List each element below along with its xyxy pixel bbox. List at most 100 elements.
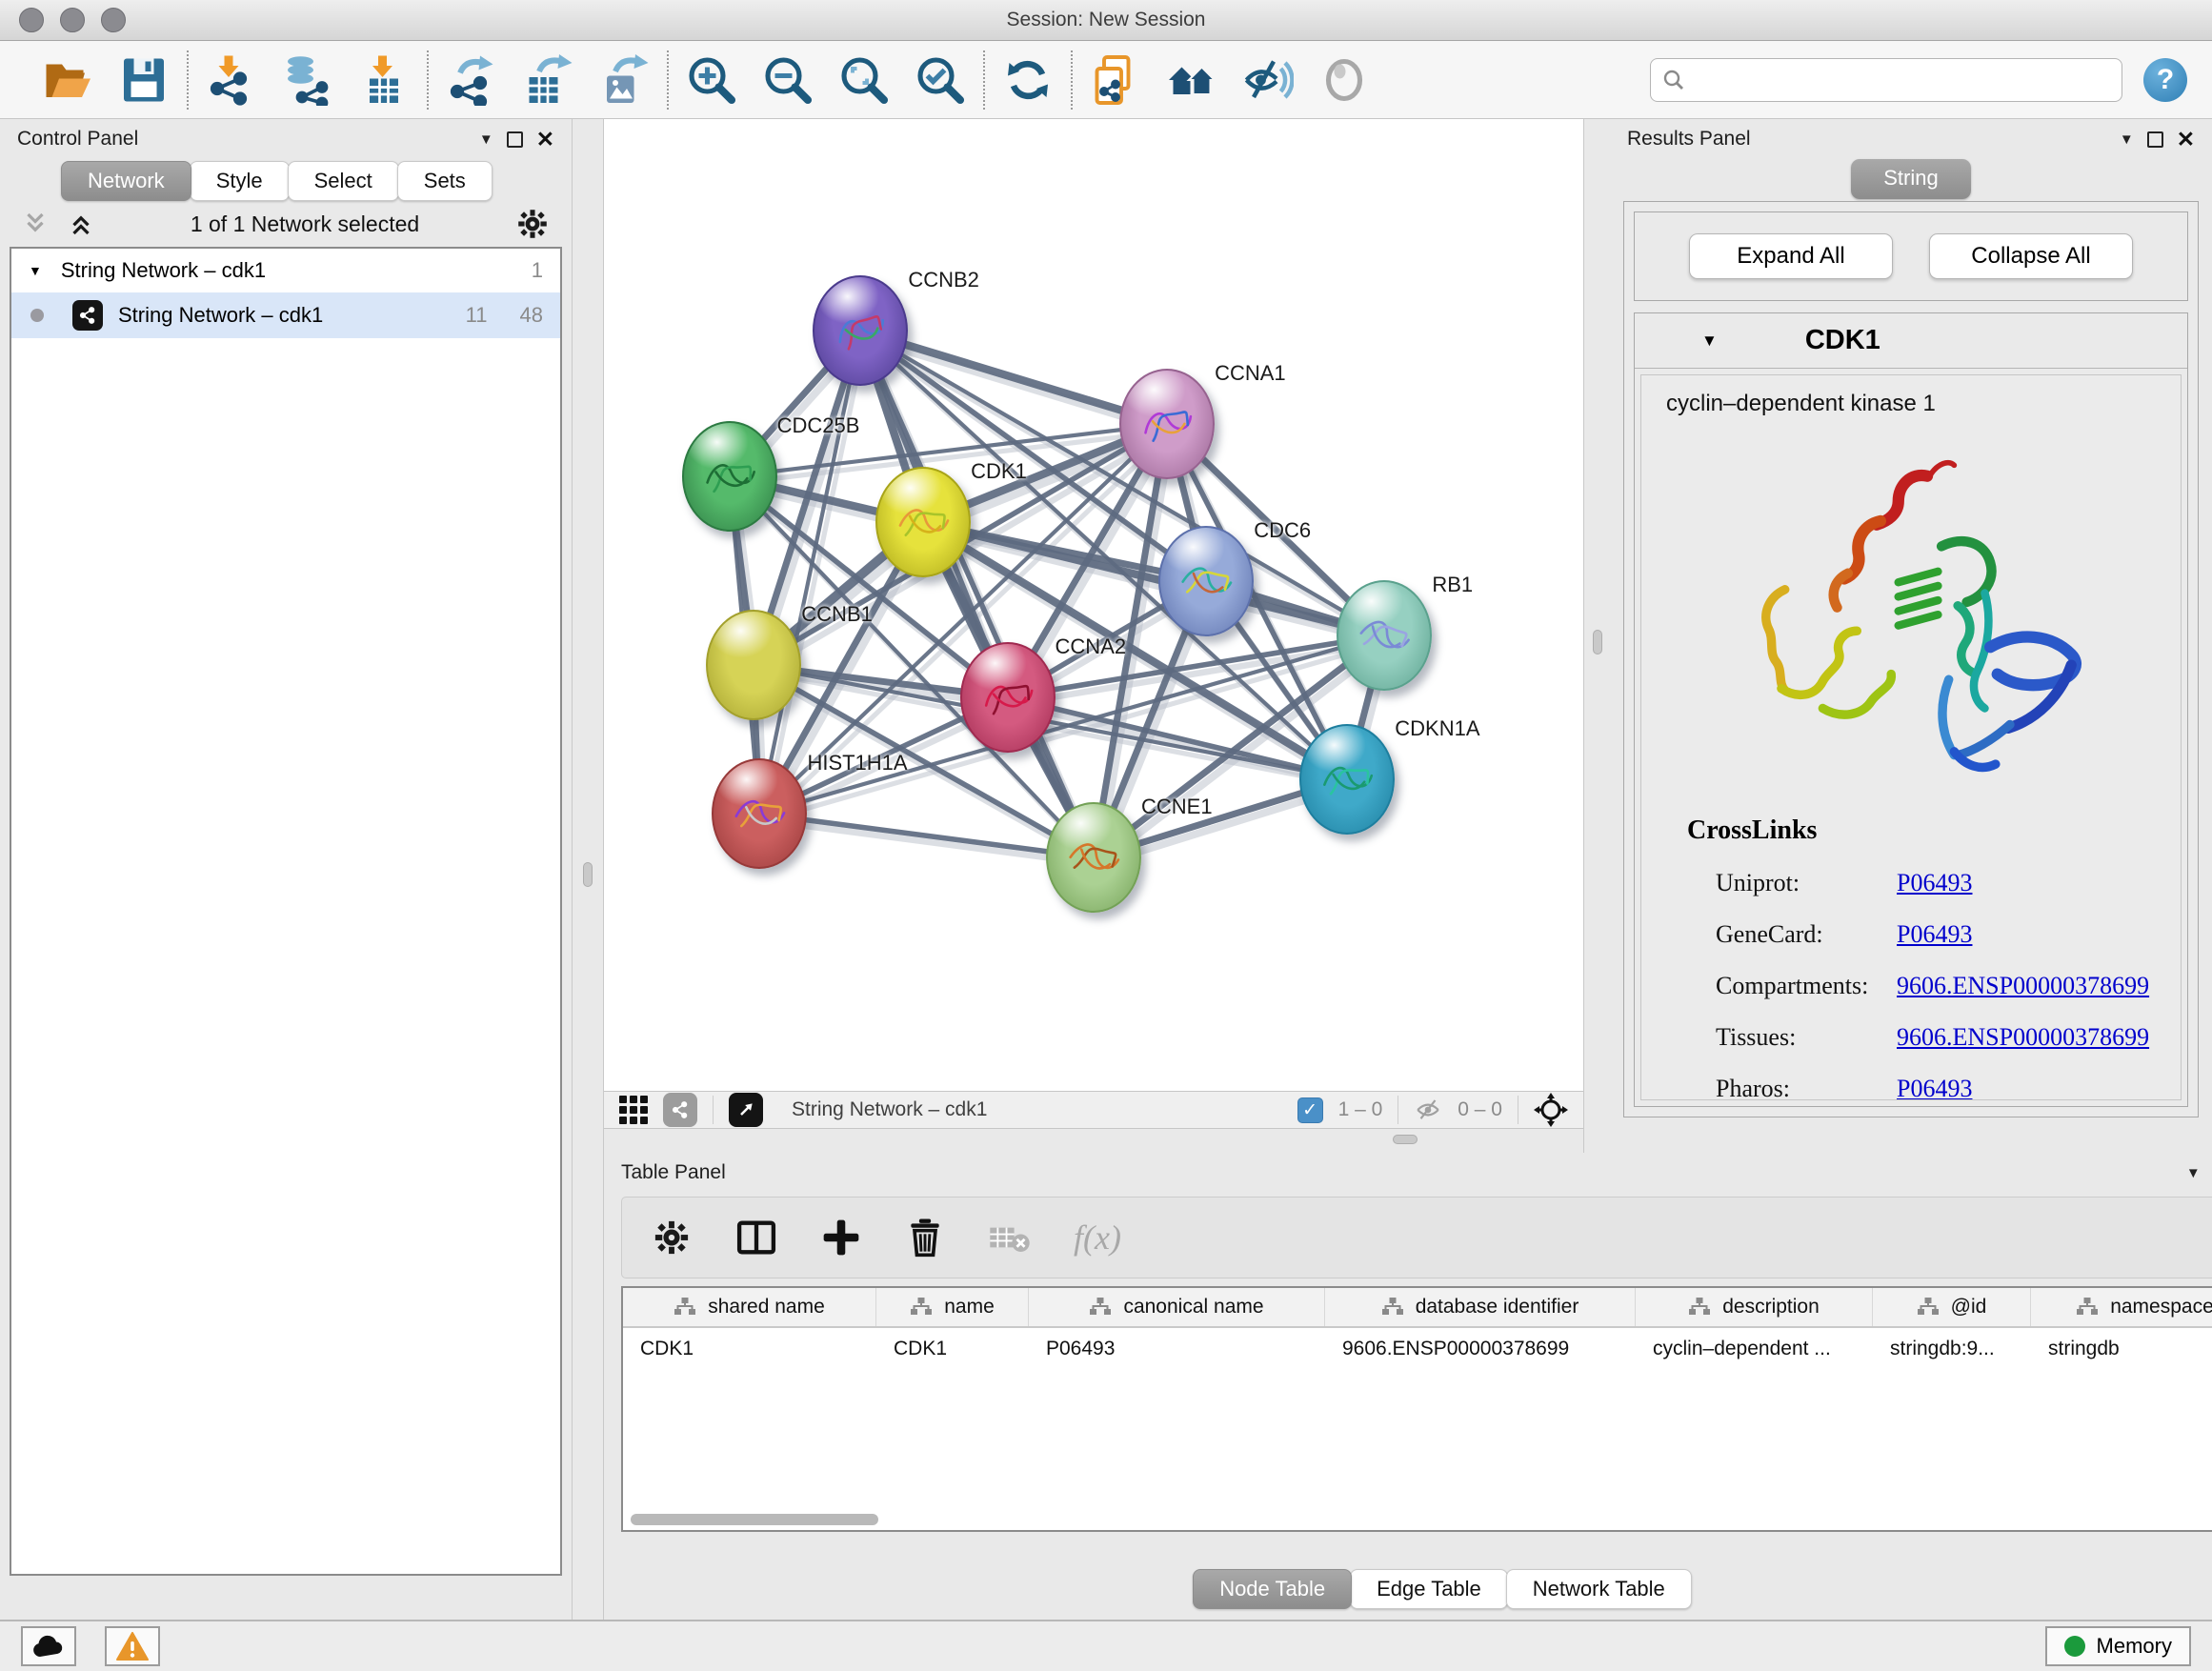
birds-eye-target-icon[interactable] [1534,1093,1568,1127]
delete-column-icon[interactable] [904,1217,946,1258]
network-node-HIST1H1A[interactable] [712,758,807,869]
collapse-panel-icon[interactable]: ▼ [479,131,493,148]
network-collection-row[interactable]: ▼ String Network – cdk1 1 [11,249,560,292]
left-splitter[interactable] [572,119,604,1620]
table-cell[interactable]: 9606.ENSP00000378699 [1325,1328,1636,1372]
close-window-button[interactable] [19,8,44,32]
show-panels-eye-icon[interactable] [1318,54,1370,106]
network-node-CCNB1[interactable] [706,610,801,720]
tab-select[interactable]: Select [288,161,399,201]
network-node-CCNA2[interactable] [960,642,1056,753]
crosslink-link[interactable]: P06493 [1897,869,1972,897]
selected-checkbox[interactable]: ✓ [1297,1097,1323,1123]
column-header[interactable]: namespace [2031,1288,2212,1326]
collection-caret-icon[interactable]: ▼ [29,263,42,278]
column-header[interactable]: @id [1873,1288,2031,1326]
import-network-database-icon[interactable] [282,54,333,106]
minimize-window-button[interactable] [60,8,85,32]
table-cell[interactable]: P06493 [1029,1328,1325,1372]
network-node-RB1[interactable] [1337,580,1432,691]
search-input[interactable] [1693,69,2110,91]
network-node-CDC25B[interactable] [682,421,777,532]
help-button[interactable]: ? [2143,58,2187,102]
export-image-icon[interactable] [598,54,650,106]
column-header[interactable]: description [1636,1288,1873,1326]
gear-icon[interactable] [514,206,551,242]
collapse-panel-icon[interactable]: ▼ [2186,1165,2201,1181]
zoom-group [669,54,983,106]
grid-view-icon[interactable] [619,1096,648,1124]
protein-section-header[interactable]: ▼ CDK1 [1635,313,2187,369]
network-node-CDK1[interactable] [875,467,971,577]
show-columns-icon[interactable] [734,1216,778,1259]
import-network-file-icon[interactable] [206,54,257,106]
section-caret-icon[interactable]: ▼ [1701,332,1718,351]
expand-all-button[interactable]: Expand All [1689,233,1893,279]
splitter-handle[interactable] [583,862,593,887]
tab-network-table[interactable]: Network Table [1506,1569,1692,1609]
splitter-handle[interactable] [1393,1135,1418,1144]
network-thumbnail-icon[interactable] [663,1093,697,1127]
collapse-all-icon[interactable] [21,210,50,238]
network-row-selected[interactable]: String Network – cdk1 11 48 [11,292,560,338]
zoom-selected-icon[interactable] [915,54,966,106]
warning-button[interactable] [105,1626,160,1666]
crosslink-link[interactable]: 9606.ENSP00000378699 [1897,972,2149,1000]
open-session-icon[interactable] [42,54,93,106]
network-node-CCNA1[interactable] [1119,369,1215,479]
tab-sets[interactable]: Sets [397,161,493,201]
float-panel-icon[interactable] [2147,131,2163,148]
tab-node-table[interactable]: Node Table [1193,1569,1352,1609]
tab-edge-table[interactable]: Edge Table [1350,1569,1508,1609]
hide-panels-eye-icon[interactable] [1242,54,1294,106]
float-panel-icon[interactable] [507,131,523,148]
crosslink-link[interactable]: P06493 [1897,920,1972,949]
collapse-panel-icon[interactable]: ▼ [2120,131,2134,148]
table-cell[interactable]: CDK1 [876,1328,1029,1372]
memory-button[interactable]: Memory [2045,1626,2191,1666]
table-cell[interactable]: CDK1 [623,1328,876,1372]
save-session-icon[interactable] [118,54,170,106]
tab-string[interactable]: String [1851,159,1970,199]
crosslink-link[interactable]: P06493 [1897,1075,1972,1100]
horizontal-scrollbar-thumb[interactable] [631,1514,878,1525]
right-splitter[interactable] [1583,119,1610,1153]
zoom-fit-icon[interactable] [838,54,890,106]
export-network-icon[interactable] [446,54,497,106]
column-header[interactable]: canonical name [1029,1288,1325,1326]
maximize-window-button[interactable] [101,8,126,32]
search-box[interactable] [1650,58,2122,102]
expand-all-icon[interactable] [67,210,95,238]
refresh-icon[interactable] [1002,54,1054,106]
export-table-icon[interactable] [522,54,573,106]
home-icon[interactable] [1166,54,1217,106]
import-table-icon[interactable] [358,54,410,106]
add-column-icon[interactable] [820,1217,862,1258]
column-header[interactable]: name [876,1288,1029,1326]
table-settings-gear-icon[interactable] [651,1217,693,1258]
cloud-button[interactable] [21,1626,76,1666]
network-node-CCNB2[interactable] [813,275,908,386]
horizontal-splitter[interactable] [604,1129,1583,1153]
crosslink-link[interactable]: 9606.ENSP00000378699 [1897,1023,2149,1052]
clone-network-icon[interactable] [1090,54,1141,106]
column-header[interactable]: shared name [623,1288,876,1326]
collapse-all-button[interactable]: Collapse All [1929,233,2133,279]
table-row[interactable]: CDK1 CDK1 P06493 9606.ENSP00000378699 cy… [623,1328,2212,1372]
detach-view-icon[interactable] [729,1093,763,1127]
zoom-out-icon[interactable] [762,54,814,106]
zoom-in-icon[interactable] [686,54,737,106]
table-cell[interactable]: cyclin–dependent ... [1636,1328,1873,1372]
tab-network[interactable]: Network [61,161,191,201]
column-header[interactable]: database identifier [1325,1288,1636,1326]
tab-style[interactable]: Style [190,161,290,201]
table-cell[interactable]: stringdb:9... [1873,1328,2031,1372]
splitter-handle[interactable] [1593,630,1602,654]
table-cell[interactable]: stringdb [2031,1328,2212,1372]
network-node-CCNE1[interactable] [1046,802,1141,913]
network-canvas[interactable]: CCNB2CCNA1CDC25BCDK1CDC6RB1CCNB1CCNA2CDK… [604,119,1583,1091]
close-panel-icon[interactable]: ✕ [536,129,554,151]
network-node-CDC6[interactable] [1158,526,1254,636]
network-node-CDKN1A[interactable] [1299,724,1395,835]
close-panel-icon[interactable]: ✕ [2177,129,2195,151]
